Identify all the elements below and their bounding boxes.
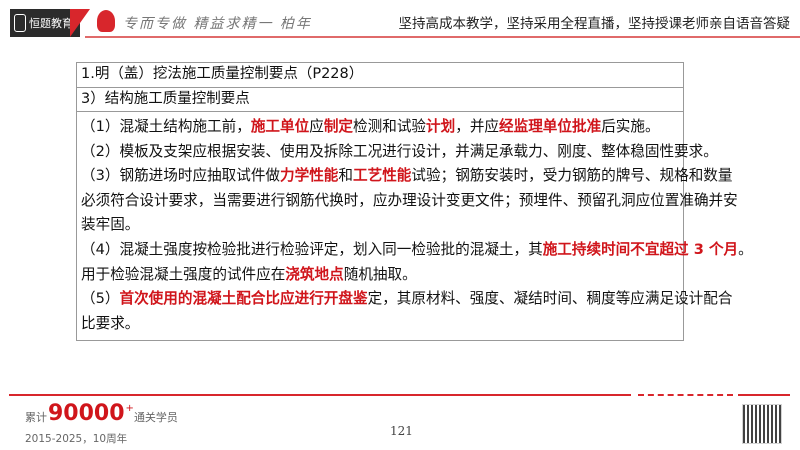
anniversary-text: 2015-2025，10周年 [25,433,128,445]
text-line: （3）钢筋进场时应抽取试件做力学性能和工艺性能试验；钢筋安装时，受力钢筋的牌号、… [81,164,732,189]
body-text: 检测和试验 [353,118,427,135]
highlight-text: 制定 [323,118,354,135]
highlight-text: 施工单位 [250,118,310,135]
body-text: 。 [738,240,753,258]
footer-divider-end [738,394,790,396]
body-text: 必须符合设计要求，当需要进行钢筋代换时，应办理设计变更文件；预埋件、预留孔洞应位… [81,191,738,209]
text-line: （4）混凝土强度按检验批进行检验评定，划入同一检验批的混凝土，其施工持续时间不宜… [81,238,753,263]
brand-name: 恒题教育 [29,17,73,30]
table-subtitle: 3）结构施工质量控制要点 [77,88,683,112]
body-text: 后实施。 [601,118,660,135]
highlight-text: 首次使用的混凝土配合比应进行开盘鉴 [119,290,368,308]
body-text: 定，其原材料、强度、凝结时间、稠度等应满足设计配合 [367,290,733,308]
count-suffix: 通关学员 [133,411,178,424]
body-text: ，并应 [455,118,500,135]
highlight-text: 浇筑地点 [285,265,344,283]
body-text: （3）钢筋进场时应抽取试件做 [81,167,281,185]
body-text: （4）混凝土强度按检验批进行检验评定，划入同一检验批的混凝土，其 [81,240,543,258]
text-line: 装牢固。 [81,213,679,238]
qr-code-icon [742,404,782,444]
highlight-text: 施工持续时间不宜超过 3 个月 [542,240,739,258]
text-line: 用于检验混凝土强度的试件应在浇筑地点随机抽取。 [81,263,679,288]
text-line: 必须符合设计要求，当需要进行钢筋代换时，应办理设计变更文件；预埋件、预留孔洞应位… [81,189,738,214]
text-line: （2）模板及支架应根据安装、使用及拆除工况进行设计，并满足承载力、刚度、整体稳固… [81,140,718,165]
text-line: （1）混凝土结构施工前，施工单位应制定检测和试验计划，并应经监理单位批准后实施。 [81,115,679,140]
text-line: （5）首次使用的混凝土配合比应进行开盘鉴定，其原材料、强度、凝结时间、稠度等应满… [81,287,732,312]
handwritten-slogan: 专而专做 精益求精一 柏年 [123,16,312,32]
body-text: 随机抽取。 [343,265,417,283]
text-line: 比要求。 [81,312,679,337]
body-text: （2）模板及支架应根据安装、使用及拆除工况进行设计，并满足承载力、刚度、整体稳固… [81,142,718,160]
highlight-text: 经监理单位批准 [499,118,602,135]
highlight-text: 计划 [426,118,456,135]
mascot-icon [97,10,115,32]
count-prefix: 累计 [25,411,47,424]
highlight-text: 力学性能 [280,167,339,185]
footer-dashed-divider [638,394,733,396]
body-text: 和 [338,167,354,185]
page-number: 121 [390,424,413,438]
count-value: 90000 [48,401,125,426]
body-text: （1）混凝土结构施工前， [81,118,251,135]
header-slogan: 坚持高成本教学，坚持采用全程直播，坚持授课老师亲自语音答疑 [398,16,791,32]
count-plus: + [125,403,134,414]
student-count: 累计 90000 + 通关学员 [25,403,178,425]
highlight-text: 工艺性能 [353,167,412,185]
logo-accent [70,9,90,37]
body-text: 比要求。 [81,314,140,332]
body-text: 装牢固。 [81,216,140,234]
header-divider [85,36,800,38]
body-text: （5） [81,290,120,308]
body-text: 用于检验混凝土强度的试件应在 [81,265,286,283]
content-table: 1.明（盖）挖法施工质量控制要点（P228） 3）结构施工质量控制要点 （1）混… [76,62,753,342]
logo-icon [14,14,26,32]
body-text: 应 [309,118,324,135]
table-body: （1）混凝土结构施工前，施工单位应制定检测和试验计划，并应经监理单位批准后实施。… [77,112,753,340]
footer-divider [9,394,631,396]
body-text: 试验；钢筋安装时，受力钢筋的牌号、规格和数量 [411,167,733,185]
table-title: 1.明（盖）挖法施工质量控制要点（P228） [77,63,683,88]
